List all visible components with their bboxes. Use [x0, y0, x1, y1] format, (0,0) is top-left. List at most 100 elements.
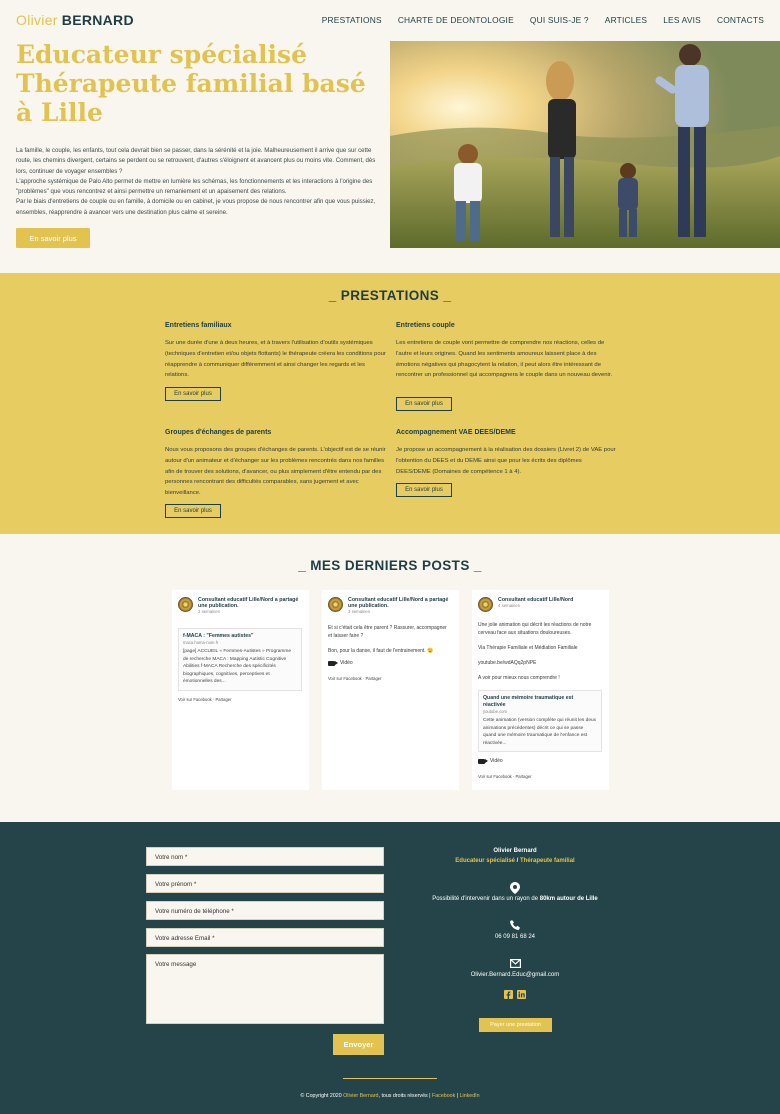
prestation-vae: Accompagnement VAE DEES/DEME Je propose … [396, 429, 618, 477]
prestation-more-button[interactable]: En savoir plus [396, 397, 452, 411]
avatar[interactable] [478, 597, 493, 612]
envelope-icon [410, 959, 620, 968]
send-button[interactable]: Envoyer [333, 1034, 384, 1055]
prestation-text: Je propose un accompagnement à la réalis… [396, 447, 616, 475]
post-text: A voir pour mieux nous comprendre ! [478, 675, 560, 681]
hero-text: La famille, le couple, les enfants, tout… [16, 146, 376, 218]
video-label: Vidéo [340, 660, 353, 666]
site-header: Olivier BERNARD PRESTATIONS CHARTE DE DEO… [0, 0, 780, 40]
footer [0, 822, 780, 1114]
nav-contacts[interactable]: CONTACTS [717, 15, 764, 25]
contact-location: Possibilité d'intervenir dans un rayon d… [410, 896, 620, 902]
copyright: © Copyright 2020 Olivier Bernard, tous d… [0, 1093, 780, 1099]
post-footer[interactable]: Voir sur Facebook · Partager [478, 774, 532, 779]
phone-icon [410, 920, 620, 930]
prestation-more-button[interactable]: En savoir plus [165, 504, 221, 518]
social-links [410, 990, 620, 999]
prestations-section [0, 273, 780, 534]
contact-email[interactable]: Olivier.Bernard.Educ@gmail.com [410, 972, 620, 978]
location-radius: 80km autour de Lille [539, 896, 598, 902]
post-card-domain: maca.huma-num.fr [183, 640, 219, 645]
post-text: Une jolie animation qui décrit les réact… [478, 622, 592, 636]
copyright-mid: , tous droits réservés | [378, 1093, 432, 1099]
post-time: 3 semaines [348, 609, 370, 615]
hero-paragraph: La famille, le couple, les enfants, tout… [16, 147, 376, 175]
nav-prestations[interactable]: PRESTATIONS [322, 15, 382, 25]
post-link-card[interactable]: Quand une mémoire traumatique est réacti… [478, 690, 602, 752]
prestations-title: _ PRESTATIONS _ [328, 288, 452, 303]
location-pin-icon [410, 882, 620, 894]
post-footer[interactable]: Voir sur Facebook · Partager [328, 676, 382, 681]
copyright-name[interactable]: Olivier Bernard [343, 1093, 378, 1099]
prestation-more-button[interactable]: En savoir plus [165, 387, 221, 401]
post-video[interactable]: Vidéo [478, 758, 503, 764]
avatar[interactable] [328, 597, 343, 612]
message-field[interactable]: Votre message [146, 954, 384, 1024]
prestation-title: Accompagnement VAE DEES/DEME [396, 429, 516, 436]
firstname-field[interactable]: Votre prénom * [146, 874, 384, 893]
video-camera-icon [328, 660, 338, 666]
prestation-title: Groupes d'échanges de parents [165, 429, 272, 436]
hero-paragraph: Par le biais d'entretiens de couple ou e… [16, 198, 376, 216]
hero-title: Educateur spécialisé Thérapeute familial… [16, 40, 366, 127]
nav-charte[interactable]: CHARTE DE DEONTOLOGIE [398, 15, 514, 25]
facebook-post: Consultant educatif Lille/Nord a partagé… [172, 590, 309, 790]
post-link-card[interactable]: f-MACA : "Femmes autistes" maca.huma-num… [178, 628, 302, 691]
linkedin-icon[interactable] [517, 990, 526, 999]
post-card-domain: youtube.com [483, 709, 507, 714]
avatar[interactable] [178, 597, 193, 612]
posts-title: _ MES DERNIERS POSTS _ [298, 558, 482, 573]
post-time: 2 semaines [198, 609, 220, 615]
logo-first-name: Olivier [16, 12, 58, 28]
contact-name: Olivier Bernard [493, 848, 537, 854]
nav-qui-suis-je[interactable]: QUI SUIS-JE ? [530, 15, 589, 25]
post-header: Consultant educatif Lille/Nord a partagé… [178, 597, 303, 614]
location-text: Possibilité d'intervenir dans un rayon d… [432, 896, 540, 902]
post-author[interactable]: Consultant educatif Lille/Nord a partagé… [348, 597, 453, 609]
hero-family-photo [390, 41, 780, 248]
email-field[interactable]: Votre adresse Email * [146, 928, 384, 947]
post-link[interactable]: youtube.be/wdAQq2pNPE [478, 659, 602, 667]
post-card-text: Cette animation (version complète qui ré… [483, 718, 597, 746]
prestation-title: Entretiens couple [396, 322, 455, 329]
post-time: 4 semaines [498, 603, 520, 609]
post-text: Bon, pour la danse, il faut de l'entrain… [328, 648, 434, 654]
prestation-text: Les entretiens de couple vont permettre … [396, 340, 613, 379]
copyright-pre: © Copyright 2020 [300, 1093, 344, 1099]
nav-articles[interactable]: ARTICLES [605, 15, 647, 25]
contact-phone[interactable]: 06 09 81 68 24 [410, 934, 620, 940]
prestation-entretiens-familiaux: Entretiens familiaux Sur une durée d'une… [165, 322, 387, 381]
facebook-icon[interactable] [504, 990, 513, 999]
prestation-groupes-parents: Groupes d'échanges de parents Nous vous … [165, 429, 387, 499]
copyright-linkedin-link[interactable]: LinkedIn [460, 1093, 480, 1099]
pay-button[interactable]: Payer une prestation [479, 1018, 552, 1032]
facebook-post: Consultant educatif Lille/Nord 4 semaine… [472, 590, 609, 790]
contact-role-a: Educateur spécialisé [455, 858, 515, 864]
phone-field[interactable]: Votre numéro de téléphone * [146, 901, 384, 920]
nav-avis[interactable]: LES AVIS [663, 15, 701, 25]
post-video[interactable]: Vidéo [328, 660, 353, 666]
logo-last-name: BERNARD [61, 12, 134, 28]
video-camera-icon [478, 758, 488, 764]
contact-role: Educateur spécialisé / Thérapeute famili… [410, 858, 620, 864]
main-nav: PRESTATIONS CHARTE DE DEONTOLOGIE QUI SU… [322, 15, 764, 25]
name-field[interactable]: Votre nom * [146, 847, 384, 866]
post-card-title: f-MACA : "Femmes autistes" [183, 633, 254, 639]
post-header: Consultant educatif Lille/Nord 4 semaine… [478, 597, 603, 612]
prestation-more-button[interactable]: En savoir plus [396, 483, 452, 497]
post-footer[interactable]: Voir sur Facebook · Partager [178, 697, 232, 702]
post-text: Via Thérapie Familiale et Médiation Fami… [478, 645, 578, 651]
copyright-facebook-link[interactable]: Facebook [432, 1093, 455, 1099]
post-card-text: [page] ACCUEIL « Femmes-Autistes » Progr… [183, 649, 292, 684]
site-logo[interactable]: Olivier BERNARD [16, 12, 134, 28]
post-card-title: Quand une mémoire traumatique est réacti… [483, 695, 574, 708]
prestation-text: Sur une durée d'une à deux heures, et à … [165, 340, 386, 379]
footer-divider [343, 1078, 437, 1079]
post-text: Et si c'était cela être parent ? Rassure… [328, 625, 447, 639]
prestation-entretiens-couple: Entretiens couple Les entretiens de coup… [396, 322, 618, 381]
contact-role-b: Thérapeute familial [520, 858, 575, 864]
post-author[interactable]: Consultant educatif Lille/Nord a partagé… [198, 597, 303, 609]
facebook-post: Consultant educatif Lille/Nord a partagé… [322, 590, 459, 790]
hero-more-button[interactable]: En savoir plus [16, 228, 90, 248]
post-header: Consultant educatif Lille/Nord a partagé… [328, 597, 453, 614]
